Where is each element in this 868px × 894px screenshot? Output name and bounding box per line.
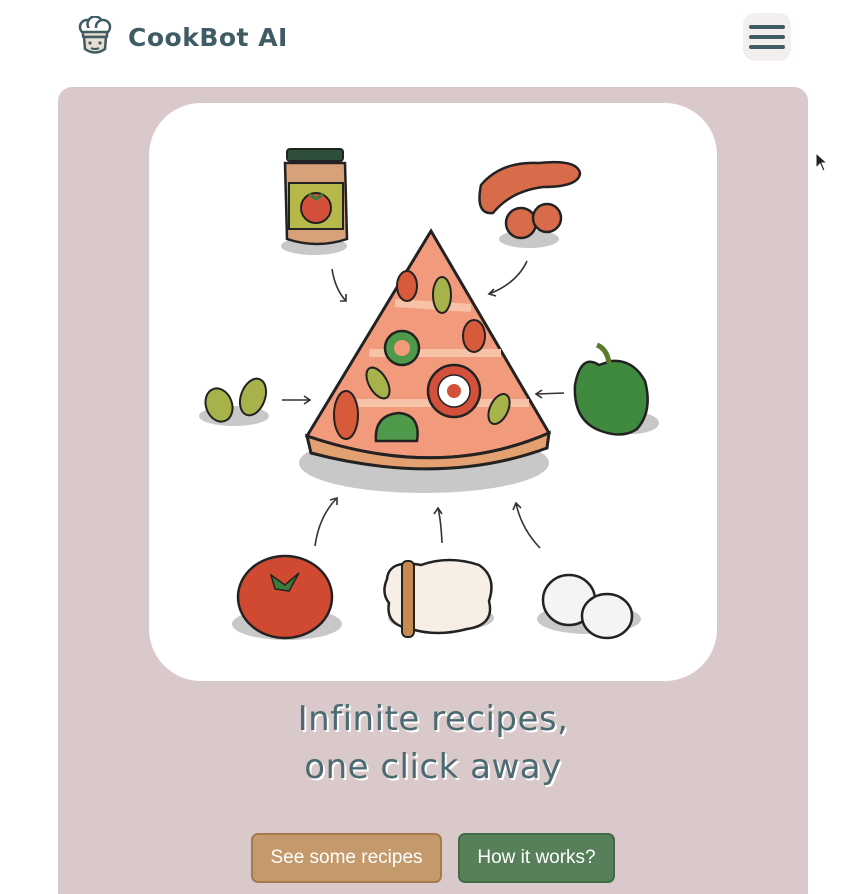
chef-robot-icon (78, 16, 112, 54)
see-recipes-button[interactable]: See some recipes (251, 833, 442, 883)
brand[interactable]: CookBot AI (74, 14, 288, 60)
illustration-card (149, 103, 717, 681)
headline-line-2: one click away (304, 747, 562, 787)
hamburger-menu-icon-bar (749, 45, 785, 49)
mouse-pointer-icon (815, 152, 829, 172)
how-it-works-button[interactable]: How it works? (458, 833, 615, 883)
hero-headline: Infinite recipes, one click away (58, 695, 808, 791)
brand-name: CookBot AI (128, 22, 288, 52)
landing-page: CookBot AI Infinite recipes, one click a… (0, 0, 868, 894)
hamburger-menu-icon (749, 25, 785, 29)
hero-section: Infinite recipes, one click away See som… (58, 87, 808, 894)
headline-line-1: Infinite recipes, (297, 699, 569, 739)
hamburger-menu-icon-bar (749, 35, 785, 39)
pizza-ingredients-illustration (199, 148, 659, 640)
menu-button[interactable] (743, 13, 791, 61)
